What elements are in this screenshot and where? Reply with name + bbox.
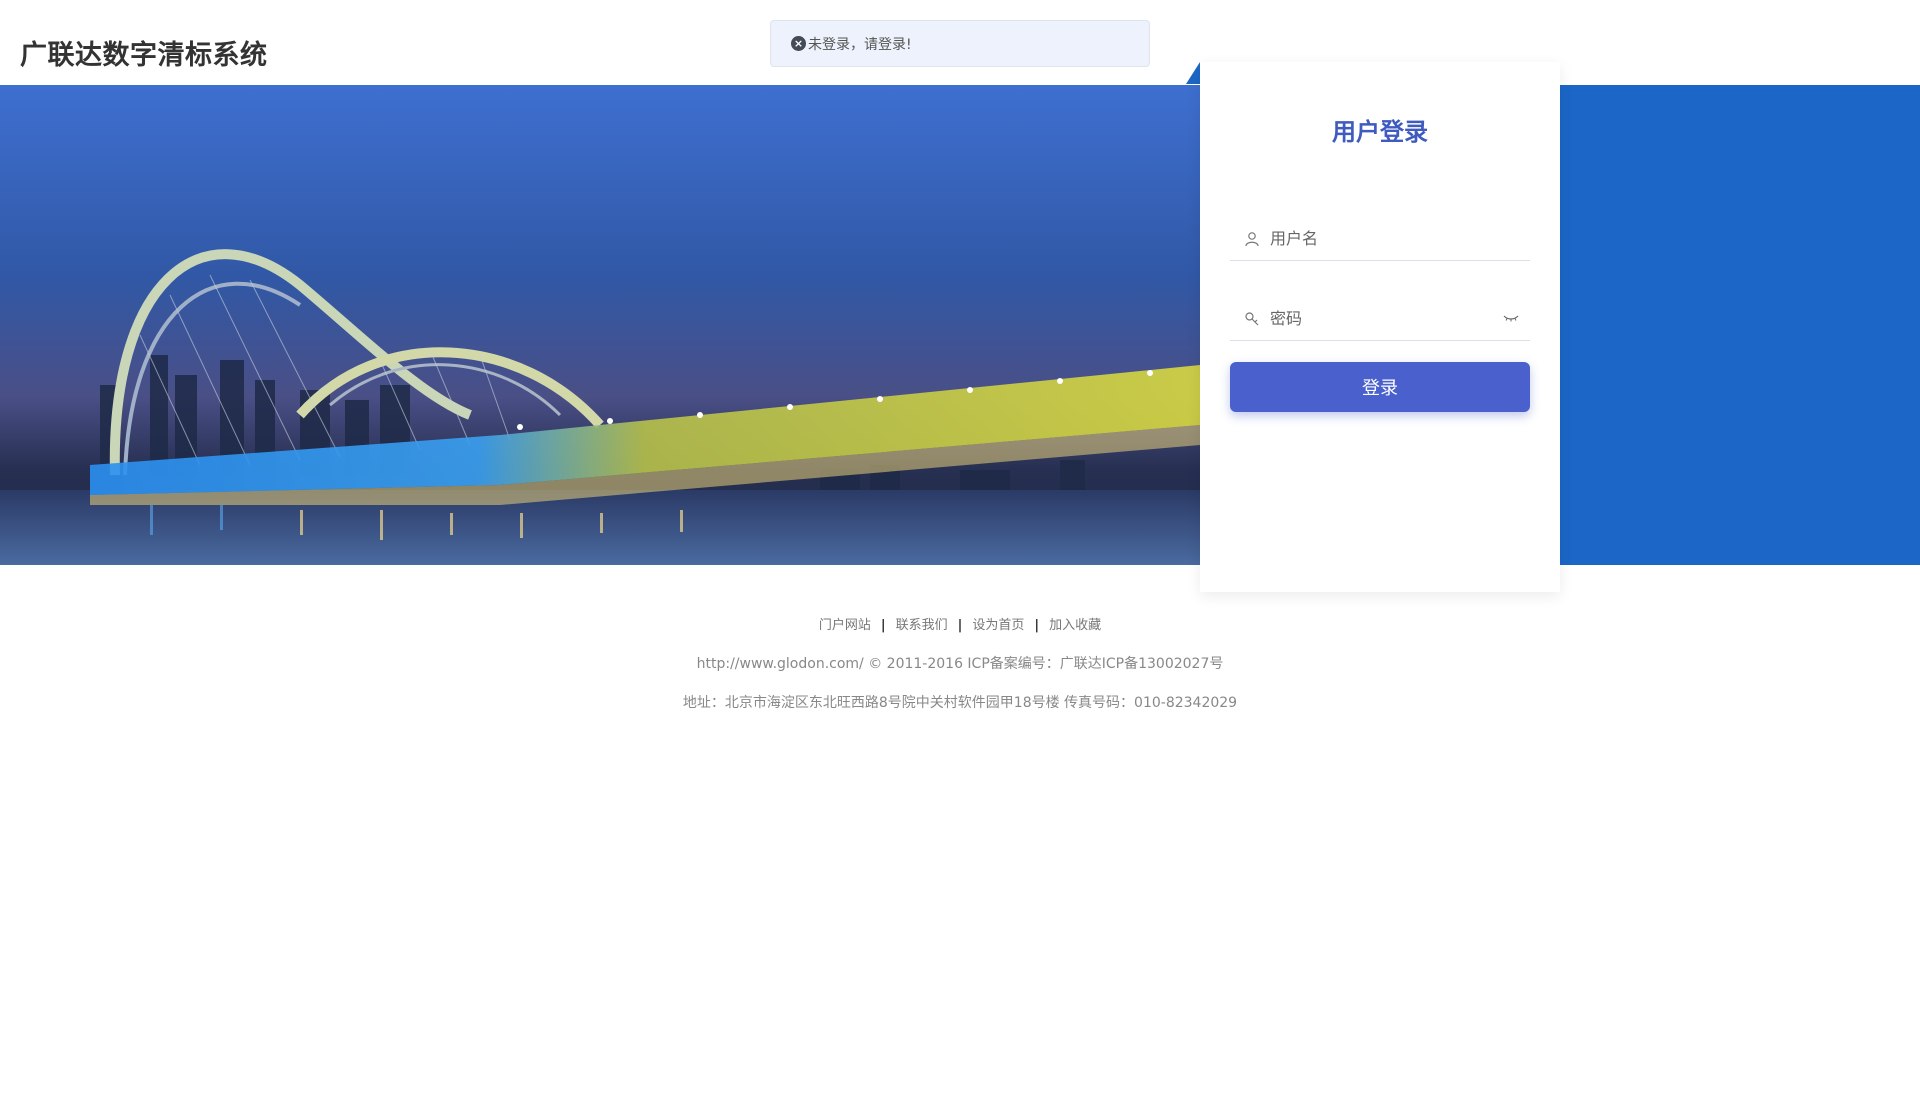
footer-separator: | (880, 618, 886, 633)
login-title: 用户登录 (1332, 118, 1428, 146)
login-card: 用户登录 登录 (1200, 62, 1560, 592)
footer-separator: | (957, 618, 963, 633)
password-field[interactable] (1230, 297, 1530, 341)
error-toast: × 未登录，请登录! (770, 20, 1150, 67)
card-notch (1186, 62, 1200, 84)
username-input[interactable] (1270, 229, 1490, 248)
close-circle-icon: × (791, 36, 806, 51)
footer-link-portal[interactable]: 门户网站 (813, 618, 877, 633)
user-icon (1242, 229, 1262, 249)
footer-address: 地址：北京市海淀区东北旺西路8号院中关村软件园甲18号楼 传真号码：010-82… (682, 695, 1238, 711)
footer-copyright: http://www.glodon.com/ © 2011-2016 ICP备案… (696, 656, 1224, 672)
password-input[interactable] (1270, 309, 1490, 328)
footer-link-bookmark[interactable]: 加入收藏 (1043, 618, 1107, 633)
bridge-illustration (0, 85, 1200, 565)
toast-message: 未登录，请登录! (808, 36, 912, 53)
footer-link-set-home[interactable]: 设为首页 (966, 618, 1030, 633)
login-button[interactable]: 登录 (1230, 362, 1530, 412)
bridge-night-photo (0, 85, 1200, 565)
footer-links: 门户网站 | 联系我们 | 设为首页 | 加入收藏 (0, 614, 1920, 633)
eye-closed-icon[interactable] (1502, 309, 1520, 327)
app-title: 广联达数字清标系统 (20, 40, 268, 71)
key-icon (1242, 309, 1262, 329)
username-field[interactable] (1230, 217, 1530, 261)
footer-separator: | (1034, 618, 1040, 633)
footer-link-contact[interactable]: 联系我们 (890, 618, 954, 633)
